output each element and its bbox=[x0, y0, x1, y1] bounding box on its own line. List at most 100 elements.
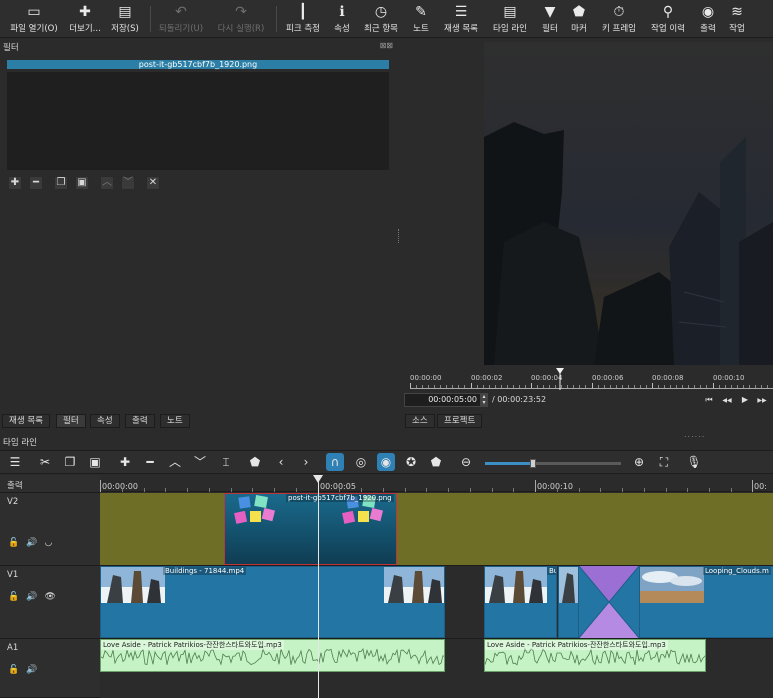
save-button[interactable]: ▤ 저장(S) bbox=[106, 3, 144, 37]
overwrite-icon[interactable]: ﹀ bbox=[191, 453, 209, 471]
snap-icon[interactable]: ∩ bbox=[326, 453, 344, 471]
toolbar-separator bbox=[276, 6, 277, 32]
zoom-out-icon[interactable]: ⊖ bbox=[457, 453, 475, 471]
open-other-button[interactable]: ✚ 더보기... bbox=[66, 3, 104, 37]
ripple-markers-icon[interactable]: ⬟ bbox=[427, 453, 445, 471]
skip-to-start-button[interactable]: ⏮ bbox=[702, 394, 716, 406]
properties-button[interactable]: ℹ 속성 bbox=[329, 3, 355, 37]
transition-clip[interactable] bbox=[579, 566, 639, 638]
player-time-ruler[interactable]: 00:00:00 00:00:02 00:00:04 00:00:06 00:0… bbox=[410, 369, 773, 389]
paste-filter-button[interactable]: ▣ bbox=[75, 176, 89, 190]
remove-icon[interactable]: ━ bbox=[141, 453, 159, 471]
export-button[interactable]: ◉ 출력 bbox=[695, 3, 721, 37]
timeline-menu-icon[interactable]: ☰ bbox=[6, 453, 24, 471]
redo-button[interactable]: ↷ 다시 실행(R) bbox=[213, 3, 269, 37]
move-up-button[interactable]: ︿ bbox=[100, 176, 114, 190]
open-file-button[interactable]: ▭ 파일 열기(O) bbox=[6, 3, 62, 37]
tab-source[interactable]: 소스 bbox=[405, 414, 435, 428]
add-filter-button[interactable]: ✚ bbox=[8, 176, 22, 190]
record-audio-icon[interactable]: 🎙 bbox=[685, 453, 703, 471]
filter-list[interactable] bbox=[7, 72, 389, 170]
append-icon[interactable]: ✚ bbox=[116, 453, 134, 471]
add-marker-icon[interactable]: ⬟ bbox=[246, 453, 264, 471]
scrub-icon[interactable]: ◎ bbox=[352, 453, 370, 471]
eye-icon[interactable]: 👁 bbox=[44, 592, 55, 602]
video-preview[interactable] bbox=[484, 42, 773, 365]
next-marker-icon[interactable]: › bbox=[297, 453, 315, 471]
lock-icon[interactable]: 🔓 bbox=[8, 592, 19, 602]
rewind-button[interactable]: ◀◀ bbox=[720, 394, 734, 406]
copy-icon[interactable]: ❐ bbox=[61, 453, 79, 471]
lane-a1[interactable]: Love Aside - Patrick Patrikios-잔잔한스타트와도입… bbox=[100, 639, 773, 698]
ripple-icon[interactable]: ◉ bbox=[377, 453, 395, 471]
previous-marker-icon[interactable]: ‹ bbox=[272, 453, 290, 471]
play-icon: ▶ bbox=[741, 395, 749, 404]
timeline-playhead[interactable] bbox=[318, 475, 319, 698]
paste-icon[interactable]: ▣ bbox=[86, 453, 104, 471]
clip-audio-love-aside[interactable]: Love Aside - Patrick Patrikios-잔잔한스타트와도입… bbox=[100, 639, 445, 672]
lane-v1[interactable]: Buildings - 71844.mp4 Bu bbox=[100, 566, 773, 639]
time-spinner[interactable]: ▴ ▾ bbox=[480, 394, 488, 406]
lock-icon[interactable]: 🔓 bbox=[8, 538, 19, 548]
plus-icon: ✚ bbox=[10, 177, 20, 188]
notes-button[interactable]: ✎ 노트 bbox=[408, 3, 434, 37]
panel-float-close-icon[interactable]: ⊠⊠ bbox=[380, 41, 393, 50]
clip-looping-clouds[interactable]: Looping_Clouds.m bbox=[639, 566, 773, 638]
zoom-fit-icon[interactable]: ⛶ bbox=[655, 453, 673, 471]
tab-properties[interactable]: 속성 bbox=[90, 414, 120, 428]
fast-forward-button[interactable]: ▶▶ bbox=[755, 394, 769, 406]
move-down-button[interactable]: ﹀ bbox=[121, 176, 135, 190]
track-name: V1 bbox=[7, 570, 19, 580]
timeline-tracks-area[interactable]: 00:00:00 00:00:05 00:00:10 00: post-it-g… bbox=[100, 475, 773, 698]
clip-buildings[interactable]: Buildings - 71844.mp4 bbox=[100, 566, 445, 638]
copy-filter-button[interactable]: ❐ bbox=[54, 176, 68, 190]
chevron-down-icon: ﹀ bbox=[123, 177, 133, 188]
splitter-grip[interactable] bbox=[398, 229, 400, 243]
clip-postit[interactable]: post-it-gb517cbf7b_1920.png bbox=[224, 493, 397, 565]
ruler-tick bbox=[687, 488, 689, 492]
remove-filter-button[interactable]: ━ bbox=[29, 176, 43, 190]
play-button[interactable]: ▶ bbox=[738, 394, 752, 406]
track-header-v1[interactable]: V1 🔓 🔊 👁 bbox=[0, 566, 100, 639]
zoom-slider-handle[interactable] bbox=[529, 459, 536, 468]
track-headers: 출력 V2 🔓 🔊 ◡ V1 🔓 🔊 👁 A1 🔓 🔊 bbox=[0, 475, 100, 698]
clip-audio-love-aside-2[interactable]: Love Aside - Patrick Patrikios-잔잔한스타트와도입… bbox=[484, 639, 706, 672]
tab-notes[interactable]: 노트 bbox=[160, 414, 190, 428]
ripple-all-icon[interactable]: ✪ bbox=[402, 453, 420, 471]
player-playhead[interactable] bbox=[555, 368, 565, 390]
cut-icon[interactable]: ✂ bbox=[36, 453, 54, 471]
tab-filters[interactable]: 필터 bbox=[56, 414, 86, 428]
keyframes-button[interactable]: ⏱ 키 프레임 bbox=[597, 3, 641, 37]
clip-short[interactable] bbox=[558, 566, 579, 638]
undo-button[interactable]: ↶ 되돌리기(U) bbox=[154, 3, 208, 37]
tab-project[interactable]: 프로젝트 bbox=[437, 414, 483, 428]
output-track-header[interactable]: 출력 bbox=[0, 475, 100, 493]
track-header-v2[interactable]: V2 🔓 🔊 ◡ bbox=[0, 493, 100, 566]
zoom-slider[interactable] bbox=[485, 459, 621, 468]
lift-icon[interactable]: ︿ bbox=[166, 453, 184, 471]
lane-v2[interactable]: post-it-gb517cbf7b_1920.png bbox=[100, 493, 773, 566]
tab-playlist[interactable]: 재생 목록 bbox=[2, 414, 50, 428]
lock-icon[interactable]: 🔓 bbox=[8, 665, 19, 675]
history-button[interactable]: ⚲ 작업 이력 bbox=[646, 3, 690, 37]
track-header-a1[interactable]: A1 🔓 🔊 bbox=[0, 639, 100, 698]
mute-icon[interactable]: 🔊 bbox=[26, 538, 37, 548]
split-icon[interactable]: ⌶ bbox=[217, 453, 235, 471]
marker-button[interactable]: ⬟ 마커 bbox=[566, 3, 592, 37]
jobs-button[interactable]: ≋ 작업 bbox=[724, 3, 750, 37]
mute-icon[interactable]: 🔊 bbox=[26, 592, 37, 602]
peak-meter-button[interactable]: ┃ 피크 측정 bbox=[282, 3, 324, 37]
playlist-button[interactable]: ☰ 재생 목록 bbox=[439, 3, 483, 37]
timeline-button[interactable]: ▤ 타임 라인 bbox=[488, 3, 532, 37]
blend-icon[interactable]: ◡ bbox=[44, 538, 52, 548]
dock-grip[interactable]: ...... bbox=[684, 430, 705, 439]
recent-button[interactable]: ◷ 최근 항목 bbox=[360, 3, 402, 37]
clip-buildings-2[interactable]: Bu bbox=[484, 566, 557, 638]
deselect-filter-button[interactable]: ✕ bbox=[146, 176, 160, 190]
tab-export[interactable]: 출력 bbox=[125, 414, 155, 428]
current-time-field[interactable]: 00:00:05:00 bbox=[404, 393, 488, 407]
timeline-ruler[interactable]: 00:00:00 00:00:05 00:00:10 00: bbox=[100, 475, 773, 492]
zoom-in-icon[interactable]: ⊕ bbox=[630, 453, 648, 471]
mute-icon[interactable]: 🔊 bbox=[26, 665, 37, 675]
filter-button[interactable]: ▼ 필터 bbox=[537, 3, 563, 37]
